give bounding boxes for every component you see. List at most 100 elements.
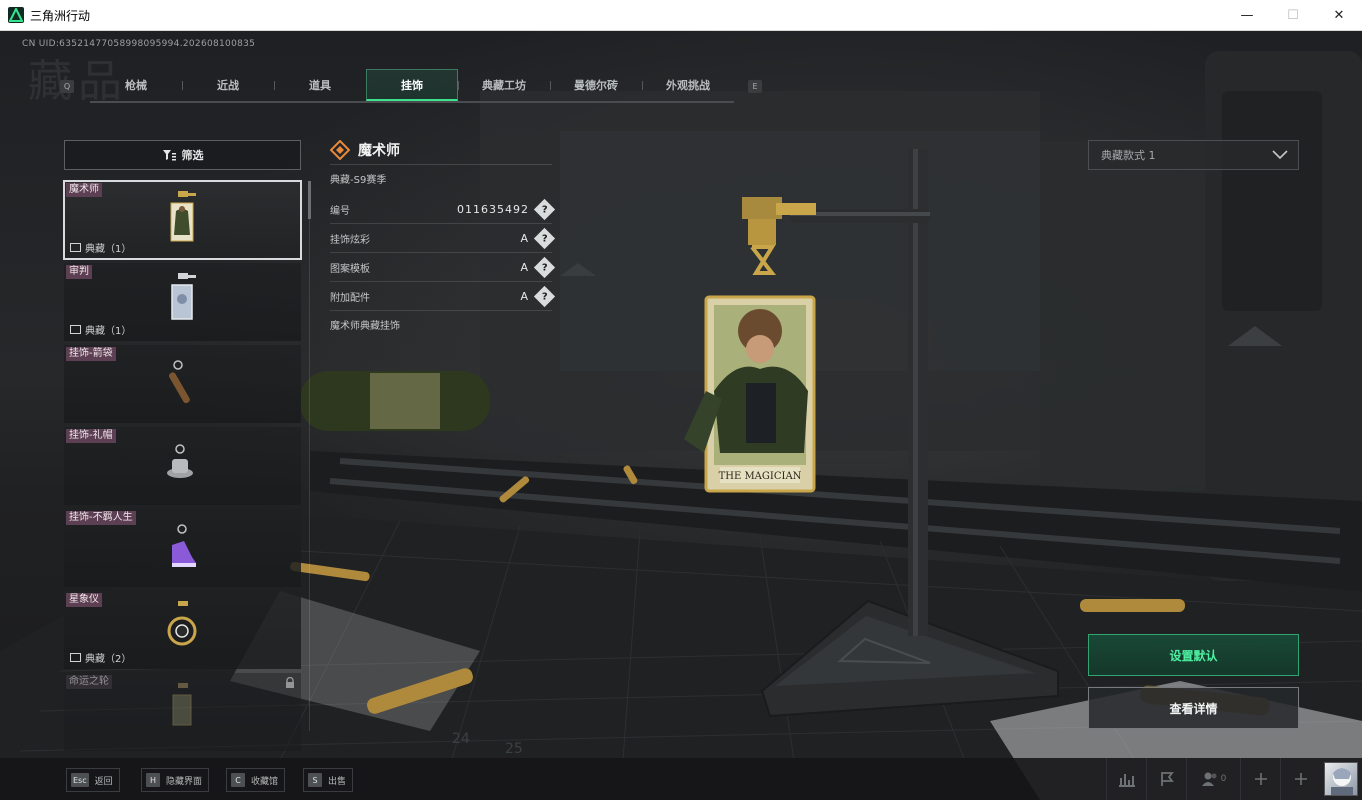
magician-charm-thumbnail xyxy=(170,191,196,242)
bottom-bar: Esc 返回 H 隐藏界面 C 收藏馆 S 出售 0 xyxy=(0,758,1362,800)
hint-key: S xyxy=(308,773,322,787)
help-icon[interactable]: ? xyxy=(533,256,556,278)
hint-hide-ui[interactable]: H 隐藏界面 xyxy=(141,768,210,792)
item-count: 典藏（2） xyxy=(85,654,132,665)
list-scrollbar[interactable] xyxy=(308,181,311,219)
quiver-charm-thumbnail xyxy=(169,360,190,404)
charm-item-quiver[interactable]: 挂饰-箭袋 xyxy=(64,345,301,423)
prop-value: 011635492 xyxy=(457,202,529,216)
item-tag: 挂饰-礼帽 xyxy=(66,429,116,443)
list-divider xyxy=(309,181,310,731)
view-details-button[interactable]: 查看详情 xyxy=(1088,687,1299,729)
charm-list: 魔术师 典藏（1） 审判 典藏（1） 挂饰-箭袋 挂饰-礼帽 挂饰-不羁人生 星… xyxy=(63,180,302,755)
item-tag: 审判 xyxy=(66,265,92,279)
tab-charms[interactable]: 挂饰 xyxy=(366,69,458,101)
wheel-of-fortune-charm-thumbnail xyxy=(172,683,192,726)
maximize-button[interactable]: ☐ xyxy=(1270,0,1316,31)
astrolabe-charm-thumbnail xyxy=(167,601,197,646)
image-icon xyxy=(70,653,81,662)
hint-sell[interactable]: S 出售 xyxy=(303,768,354,792)
prop-label: 图案模板 xyxy=(330,263,370,275)
hint-key: Esc xyxy=(71,773,89,787)
game-window: 三角洲行动 — ☐ ✕ 24 25 CN UID:635214770589980… xyxy=(0,0,1362,800)
app-logo-icon xyxy=(8,7,24,23)
add-slot-button[interactable] xyxy=(1240,758,1280,800)
prop-attachment: 附加配件 A ? xyxy=(330,282,556,311)
item-count: 典藏（1） xyxy=(85,244,132,255)
prev-tab-key[interactable]: Q xyxy=(60,79,74,93)
category-tab-bar: Q 枪械 近战 道具 挂饰 典藏工坊 曼德尔砖 外观挑战 E xyxy=(60,69,762,103)
charm-item-wheel-of-fortune[interactable]: 命运之轮 xyxy=(64,673,301,751)
hint-key: C xyxy=(231,773,245,787)
title-bar: 三角洲行动 — ☐ ✕ xyxy=(0,0,1362,31)
charm-item-astrolabe[interactable]: 星象仪 典藏（2） xyxy=(64,591,301,669)
help-icon[interactable]: ? xyxy=(533,227,556,249)
bar-chart-icon xyxy=(1118,774,1135,787)
stats-button[interactable] xyxy=(1106,758,1146,800)
collection-scene: 24 25 CN UID:63521477058998095994.202608… xyxy=(0,31,1362,800)
tab-props[interactable]: 道具 xyxy=(274,69,366,101)
card-caption: THE MAGICIAN xyxy=(719,471,802,482)
item-tag: 魔术师 xyxy=(66,183,102,197)
style-select-value: 典藏款式 1 xyxy=(1101,149,1156,162)
prop-value: A xyxy=(520,260,529,274)
next-tab-key[interactable]: E xyxy=(748,79,762,93)
prop-label: 编号 xyxy=(330,205,350,217)
help-icon[interactable]: ? xyxy=(533,198,556,220)
charm-item-top-hat[interactable]: 挂饰-礼帽 xyxy=(64,427,301,505)
image-icon xyxy=(70,325,81,334)
tab-melee[interactable]: 近战 xyxy=(182,69,274,101)
close-button[interactable]: ✕ xyxy=(1316,0,1362,31)
avatar[interactable] xyxy=(1324,762,1358,796)
hint-key: H xyxy=(146,773,160,787)
chevron-down-icon xyxy=(1272,150,1288,160)
filter-icon xyxy=(162,150,176,161)
prop-value: A xyxy=(520,289,529,303)
charm-item-magician[interactable]: 魔术师 典藏（1） xyxy=(63,180,302,260)
plus-icon xyxy=(1294,773,1307,785)
tab-guns[interactable]: 枪械 xyxy=(90,69,182,101)
collection-diamond-icon xyxy=(330,139,350,160)
sneaker-charm-thumbnail xyxy=(172,524,196,567)
prop-label: 附加配件 xyxy=(330,292,370,304)
minimize-button[interactable]: — xyxy=(1224,0,1270,31)
prop-value: A xyxy=(520,231,529,245)
style-select[interactable]: 典藏款式 1 xyxy=(1088,140,1299,170)
tab-appearance-challenge[interactable]: 外观挑战 xyxy=(642,69,734,101)
flag-icon xyxy=(1160,772,1174,786)
item-tag: 挂饰-箭袋 xyxy=(66,347,116,361)
image-icon xyxy=(70,243,81,252)
magician-charm-showcase[interactable]: THE MAGICIAN xyxy=(676,191,836,511)
prop-pattern-template: 图案模板 A ? xyxy=(330,253,556,282)
charm-item-judgement[interactable]: 审判 典藏（1） xyxy=(64,263,301,341)
flag-button[interactable] xyxy=(1146,758,1186,800)
svg-text:25: 25 xyxy=(505,741,523,757)
charm-item-unruly-life[interactable]: 挂饰-不羁人生 xyxy=(64,509,301,587)
top-hat-charm-thumbnail xyxy=(167,444,193,478)
item-name: 魔术师 xyxy=(358,142,400,159)
hint-label: 收藏馆 xyxy=(251,776,279,787)
tab-collection-workshop[interactable]: 典藏工坊 xyxy=(458,69,550,101)
help-icon[interactable]: ? xyxy=(533,285,556,307)
friends-button[interactable]: 0 xyxy=(1186,758,1240,800)
filter-button[interactable]: 筛选 xyxy=(64,140,301,170)
judgement-charm-thumbnail xyxy=(171,273,196,320)
hint-back[interactable]: Esc 返回 xyxy=(66,768,120,792)
item-tag: 命运之轮 xyxy=(66,675,112,689)
hint-label: 隐藏界面 xyxy=(166,776,203,787)
tab-mandel-brick[interactable]: 曼德尔砖 xyxy=(550,69,642,101)
prop-serial-number: 编号 011635492 ? xyxy=(330,195,556,224)
item-detail-panel: 魔术师 典藏-S9赛季 编号 011635492 ? 挂饰炫彩 A ? 图案模板… xyxy=(330,135,556,341)
hint-collection-hall[interactable]: C 收藏馆 xyxy=(226,768,286,792)
hint-label: 出售 xyxy=(328,776,347,787)
set-default-button[interactable]: 设置默认 xyxy=(1088,634,1299,676)
item-tag: 星象仪 xyxy=(66,593,102,607)
prop-label: 挂饰炫彩 xyxy=(330,234,370,246)
hint-label: 返回 xyxy=(94,776,113,787)
window-title: 三角洲行动 xyxy=(30,8,91,23)
add-slot-button[interactable] xyxy=(1280,758,1320,800)
item-season: 典藏-S9赛季 xyxy=(330,175,387,186)
plus-icon xyxy=(1254,773,1267,785)
svg-text:24: 24 xyxy=(452,731,470,747)
friends-count: 0 xyxy=(1220,774,1227,784)
